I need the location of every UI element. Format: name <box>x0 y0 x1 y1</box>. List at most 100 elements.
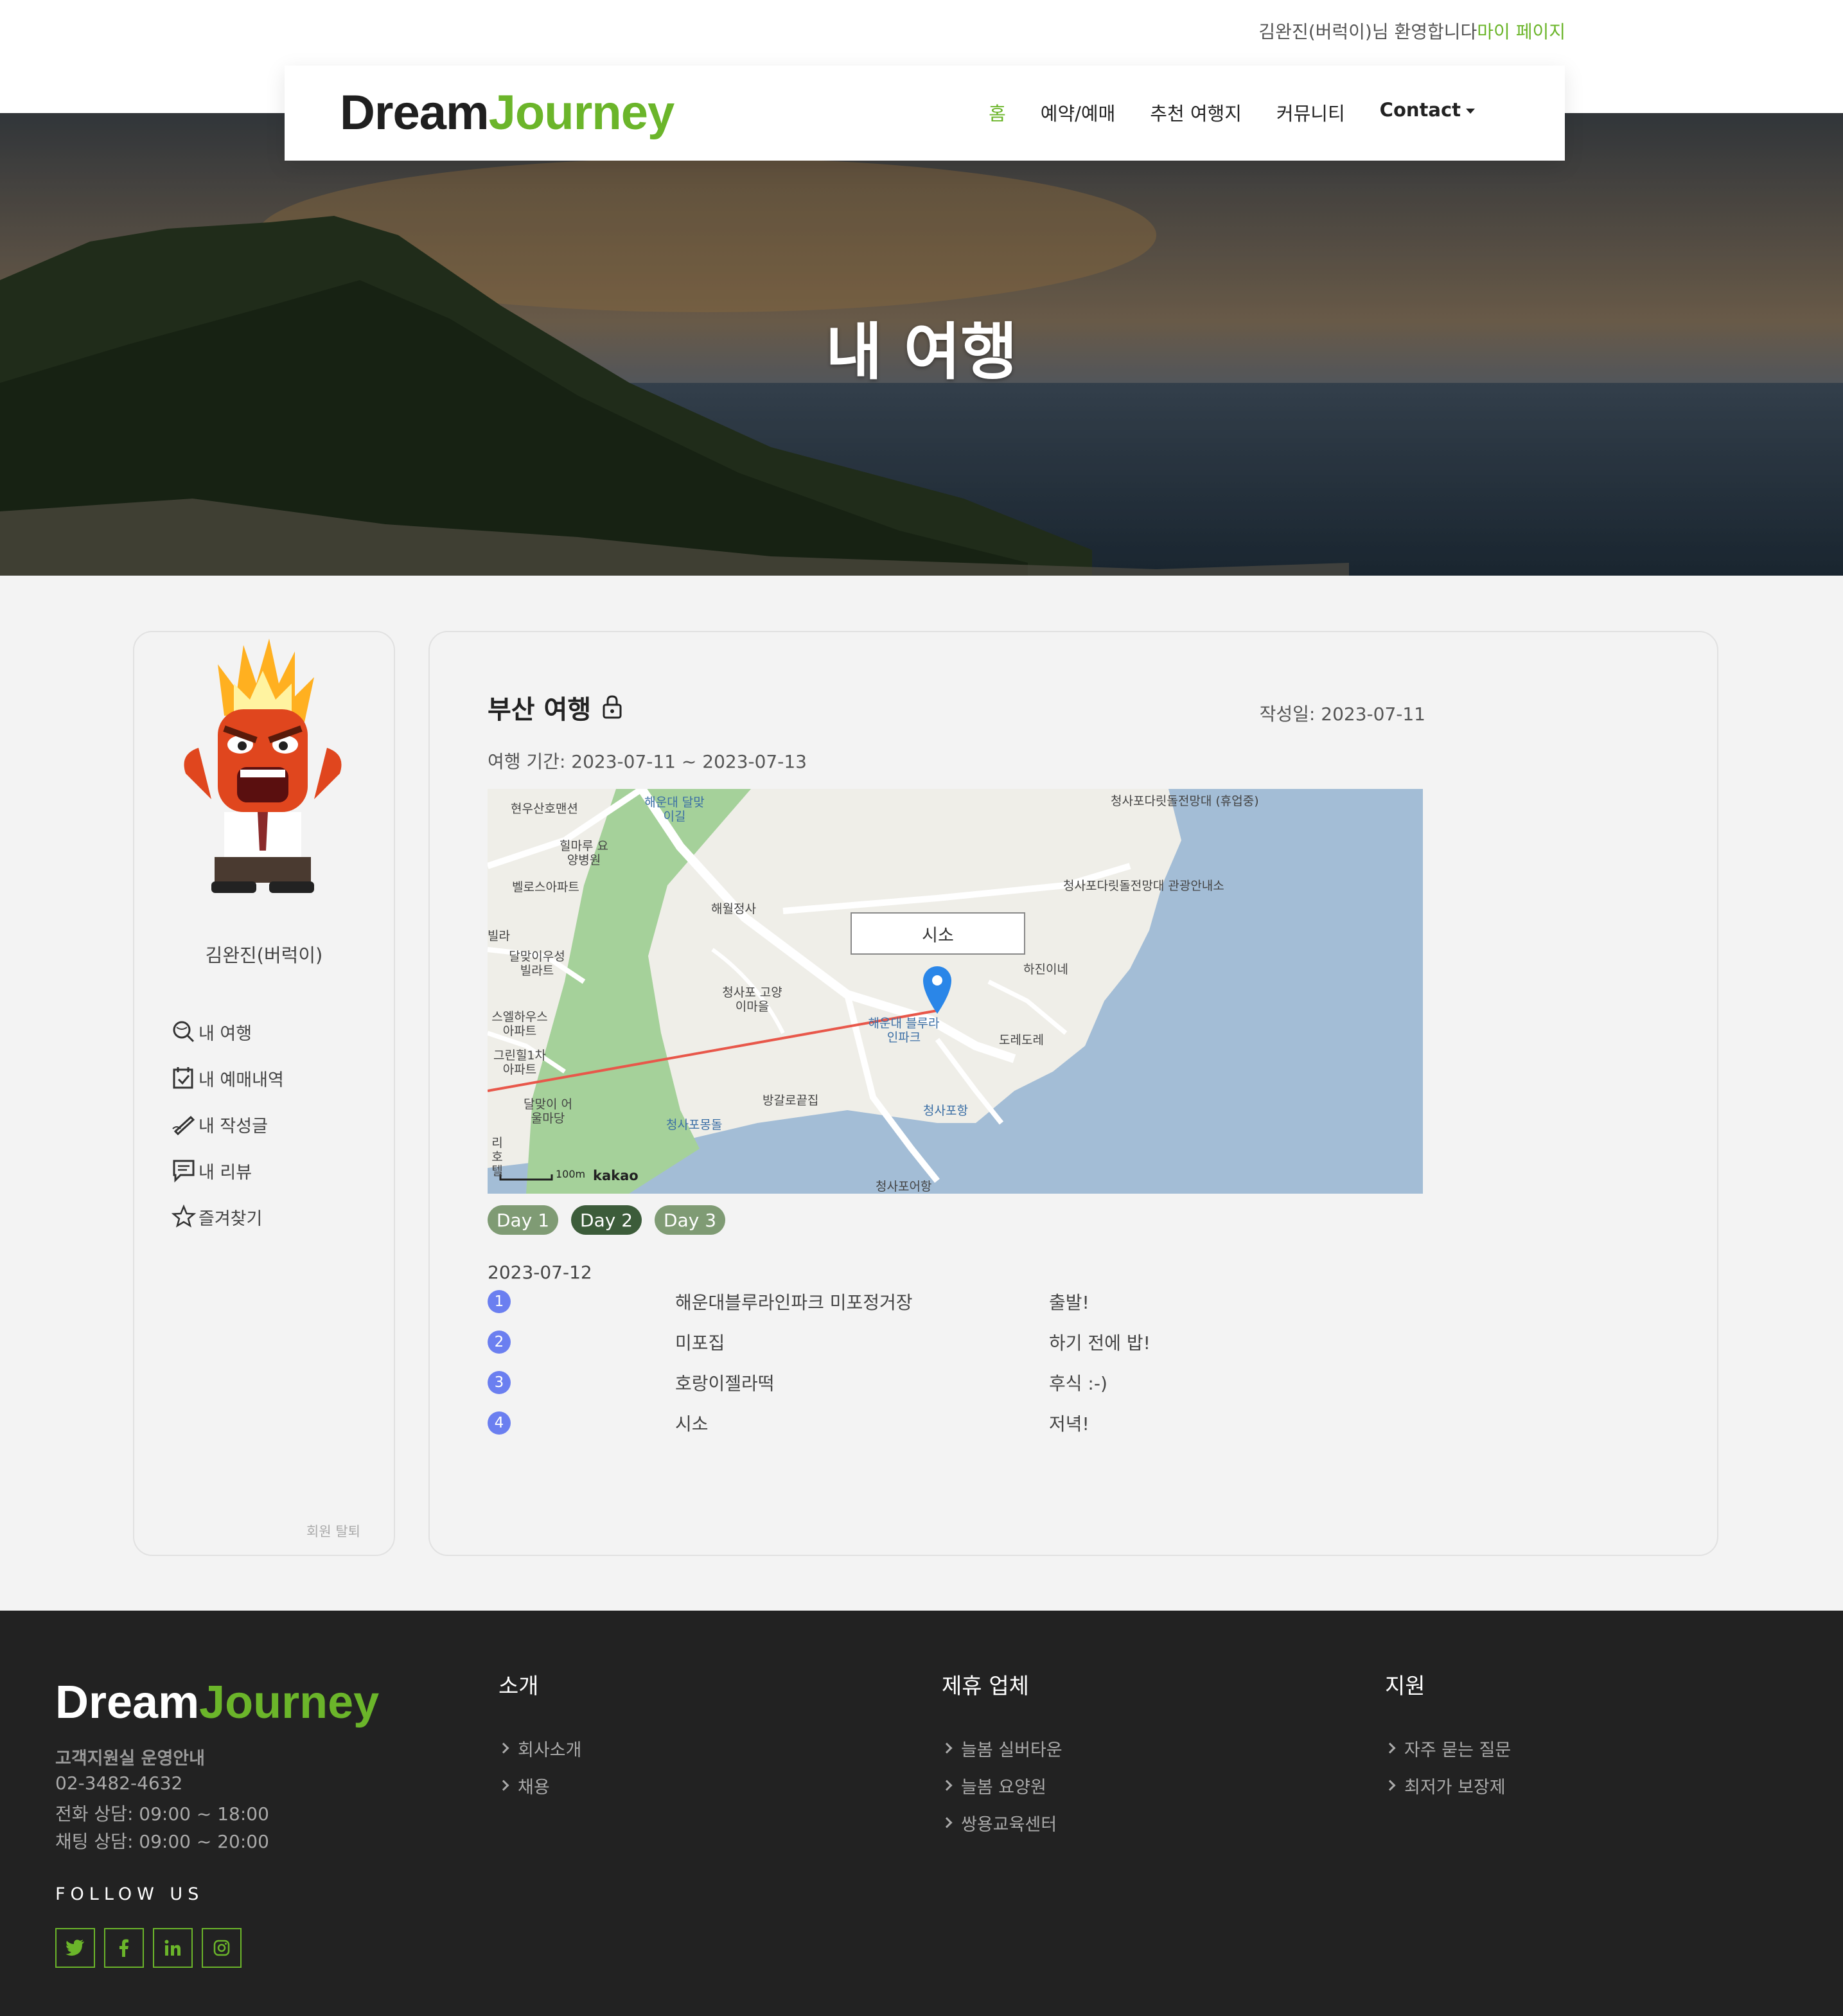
mypage-link[interactable]: 마이 페이지 <box>1477 21 1565 42</box>
nav-recommended[interactable]: 추천 여행지 <box>1150 99 1242 126</box>
map-label: 힐마루 요양병원 <box>560 839 608 867</box>
map-label: 방갈로끝집 <box>763 1093 819 1108</box>
menu-my-trips[interactable]: 내 여행 <box>172 1009 284 1055</box>
menu-favorites[interactable]: 즐겨찾기 <box>172 1194 284 1240</box>
footer-link[interactable]: 늘봄 요양원 <box>941 1767 1063 1804</box>
schedule-memo: 출발! <box>1049 1292 1089 1313</box>
map-callout: 시소 <box>851 912 1025 955</box>
withdraw-link[interactable]: 회원 탈퇴 <box>306 1521 360 1541</box>
written-date: 작성일: 2023-07-11 <box>1259 703 1425 725</box>
chevron-right-icon <box>1384 1780 1396 1791</box>
menu-label: 내 작성글 <box>198 1116 268 1136</box>
pen-icon <box>172 1115 195 1136</box>
footer-link-label: 최저가 보장제 <box>1404 1777 1506 1798</box>
day-tab-2[interactable]: Day 2 <box>571 1205 642 1235</box>
footer-link[interactable]: 쌍용교육센터 <box>941 1804 1063 1841</box>
step-number: 4 <box>488 1411 511 1435</box>
follow-us-label: FOLLOW US <box>55 1884 204 1904</box>
day-tab-3[interactable]: Day 3 <box>655 1205 726 1235</box>
nav-contact[interactable]: Contact <box>1380 99 1475 126</box>
map-label: 하진이네 <box>1023 962 1068 977</box>
day-tab-1[interactable]: Day 1 <box>488 1205 559 1235</box>
footer-link[interactable]: 최저가 보장제 <box>1384 1767 1511 1804</box>
navbar: DreamJourney 홈 예약/예매 추천 여행지 커뮤니티 Contact <box>285 66 1565 161</box>
avatar <box>184 639 342 893</box>
day-tabs: Day 1 Day 2 Day 3 <box>488 1205 726 1235</box>
chevron-right-icon <box>1384 1742 1396 1754</box>
menu-label: 내 예매내역 <box>198 1070 284 1090</box>
trip-title-text: 부산 여행 <box>488 695 592 725</box>
nav-reservation[interactable]: 예약/예매 <box>1041 99 1116 126</box>
schedule-place: 미포집 <box>675 1332 725 1354</box>
footer-col-support: 지원 자주 묻는 질문 최저가 보장제 <box>1384 1668 1512 1804</box>
map-scale: 100m <box>556 1168 586 1180</box>
nav-home[interactable]: 홈 <box>989 99 1006 126</box>
map-canvas <box>488 789 1423 1194</box>
calendar-check-icon <box>173 1067 193 1089</box>
review-icon <box>173 1160 195 1183</box>
schedule-memo: 저녁! <box>1049 1413 1089 1435</box>
footer-link[interactable]: 채용 <box>498 1767 581 1804</box>
footer-link-label: 쌍용교육센터 <box>961 1814 1057 1835</box>
map-label: 리 호텔 <box>491 1136 503 1178</box>
schedule-memo: 하기 전에 밥! <box>1049 1332 1151 1354</box>
menu-label: 내 리뷰 <box>198 1162 252 1183</box>
chevron-right-icon <box>498 1742 509 1754</box>
footer-logo-dream: Dream <box>55 1677 200 1728</box>
footer-link[interactable]: 자주 묻는 질문 <box>1384 1729 1512 1767</box>
profile-menu: 내 여행 내 예매내역 내 작성글 내 리뷰 즐겨찾기 <box>172 1009 284 1240</box>
map-label: 달맞이 어울마당 <box>524 1097 572 1126</box>
profile-sidebar: 김완진(버럭이) 내 여행 내 예매내역 내 작성글 내 리뷰 즐겨찾기 회원 … <box>133 631 395 1556</box>
nav-contact-label: Contact <box>1379 99 1461 121</box>
linkedin-icon[interactable] <box>153 1928 193 1968</box>
map-label: 해월정사 <box>711 902 756 916</box>
map-label: 청사포항 <box>923 1104 968 1118</box>
facebook-icon[interactable] <box>104 1928 144 1968</box>
map-brand: kakao <box>593 1168 639 1183</box>
map-label: 스엘하우스 아파트 <box>491 1010 548 1038</box>
step-number: 2 <box>488 1331 511 1354</box>
menu-label: 내 여행 <box>198 1023 252 1044</box>
step-number: 3 <box>488 1371 511 1394</box>
cs-call-hours: 전화 상담: 09:00 ~ 18:00 <box>55 1803 269 1825</box>
footer-link-label: 회사소개 <box>518 1740 582 1760</box>
footer-col-title: 제휴 업체 <box>942 1674 1029 1699</box>
social-links <box>55 1928 242 1968</box>
hero-banner: 내 여행 <box>0 113 1843 576</box>
footer-col-title: 지원 <box>1385 1674 1425 1699</box>
greeting: 김완진(버럭이)님 환영합니다마이 페이지 <box>1258 18 1565 44</box>
map-label: 청사포몽돌 <box>666 1118 723 1132</box>
menu-label: 즐겨찾기 <box>198 1208 263 1229</box>
nav-community[interactable]: 커뮤니티 <box>1276 99 1345 126</box>
route-map[interactable]: 현우산호맨션 해운대 달맞이길 힐마루 요양병원 벨로스아파트 해월정사 청사포… <box>488 789 1423 1194</box>
schedule-memo: 후식 :-) <box>1049 1373 1107 1394</box>
footer-link-label: 채용 <box>518 1777 550 1798</box>
footer-link[interactable]: 늘봄 실버타운 <box>941 1729 1063 1767</box>
footer-col-title: 소개 <box>498 1674 539 1699</box>
hero-title: 내 여행 <box>825 316 1018 388</box>
schedule-place: 호랑이젤라떡 <box>675 1373 775 1394</box>
schedule-place: 해운대블루라인파크 미포정거장 <box>675 1292 913 1313</box>
map-label: 빌라 <box>488 929 510 943</box>
footer-link[interactable]: 회사소개 <box>498 1729 581 1767</box>
twitter-icon[interactable] <box>55 1928 95 1968</box>
map-label: 해운대 블루라인파크 <box>868 1016 940 1045</box>
map-label: 해운대 달맞이길 <box>644 795 705 824</box>
schedule-date: 2023-07-12 <box>488 1262 592 1283</box>
footer-link-label: 자주 묻는 질문 <box>1404 1740 1512 1760</box>
star-icon <box>172 1205 196 1228</box>
menu-my-posts[interactable]: 내 작성글 <box>172 1101 284 1147</box>
footer-logo[interactable]: DreamJourney <box>55 1676 379 1729</box>
logo[interactable]: DreamJourney <box>340 85 675 141</box>
instagram-icon[interactable] <box>202 1928 242 1968</box>
schedule-place: 시소 <box>675 1413 709 1435</box>
lock-icon[interactable] <box>601 694 623 720</box>
map-label: 현우산호맨션 <box>511 802 578 816</box>
map-label: 벨로스아파트 <box>512 880 579 894</box>
menu-my-reviews[interactable]: 내 리뷰 <box>172 1147 284 1194</box>
greeting-text: 김완진(버럭이)님 환영합니다 <box>1258 21 1477 42</box>
map-label: 그린힐1차 아파트 <box>493 1048 546 1077</box>
map-label: 도레도레 <box>999 1033 1044 1047</box>
footer-col-about: 소개 회사소개 채용 <box>498 1668 581 1804</box>
menu-my-bookings[interactable]: 내 예매내역 <box>172 1055 284 1101</box>
